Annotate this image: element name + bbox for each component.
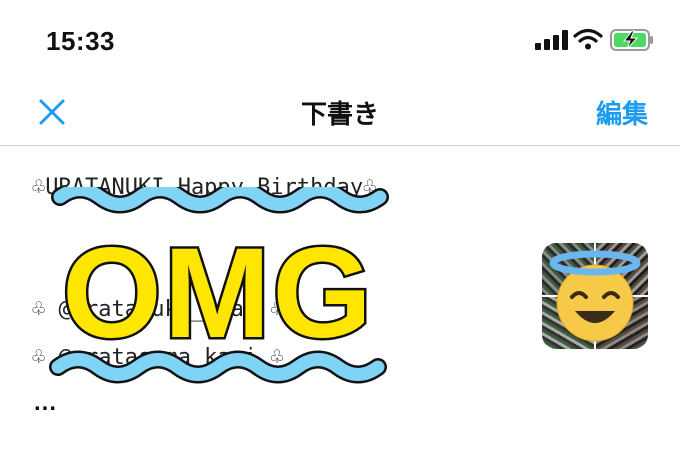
wifi-icon [573,28,603,50]
draft-item[interactable]: ♧URATANUKI_Happy Birthday♧ ♧ @uratanuki_… [0,147,680,458]
battery-charging-icon [610,29,653,51]
signal-icon [535,30,568,50]
status-bar: 15:33 [0,0,680,80]
status-time: 15:33 [46,26,115,56]
attached-image-thumbnail[interactable] [542,243,648,349]
edit-button[interactable]: 編集 [596,94,648,131]
smiling-halo-emoji [549,250,641,342]
omg-sticker: OMG [49,187,389,384]
nav-bar: 下書き 編集 [0,80,680,146]
page-title: 下書き [300,99,379,129]
omg-text: OMG [62,222,374,365]
